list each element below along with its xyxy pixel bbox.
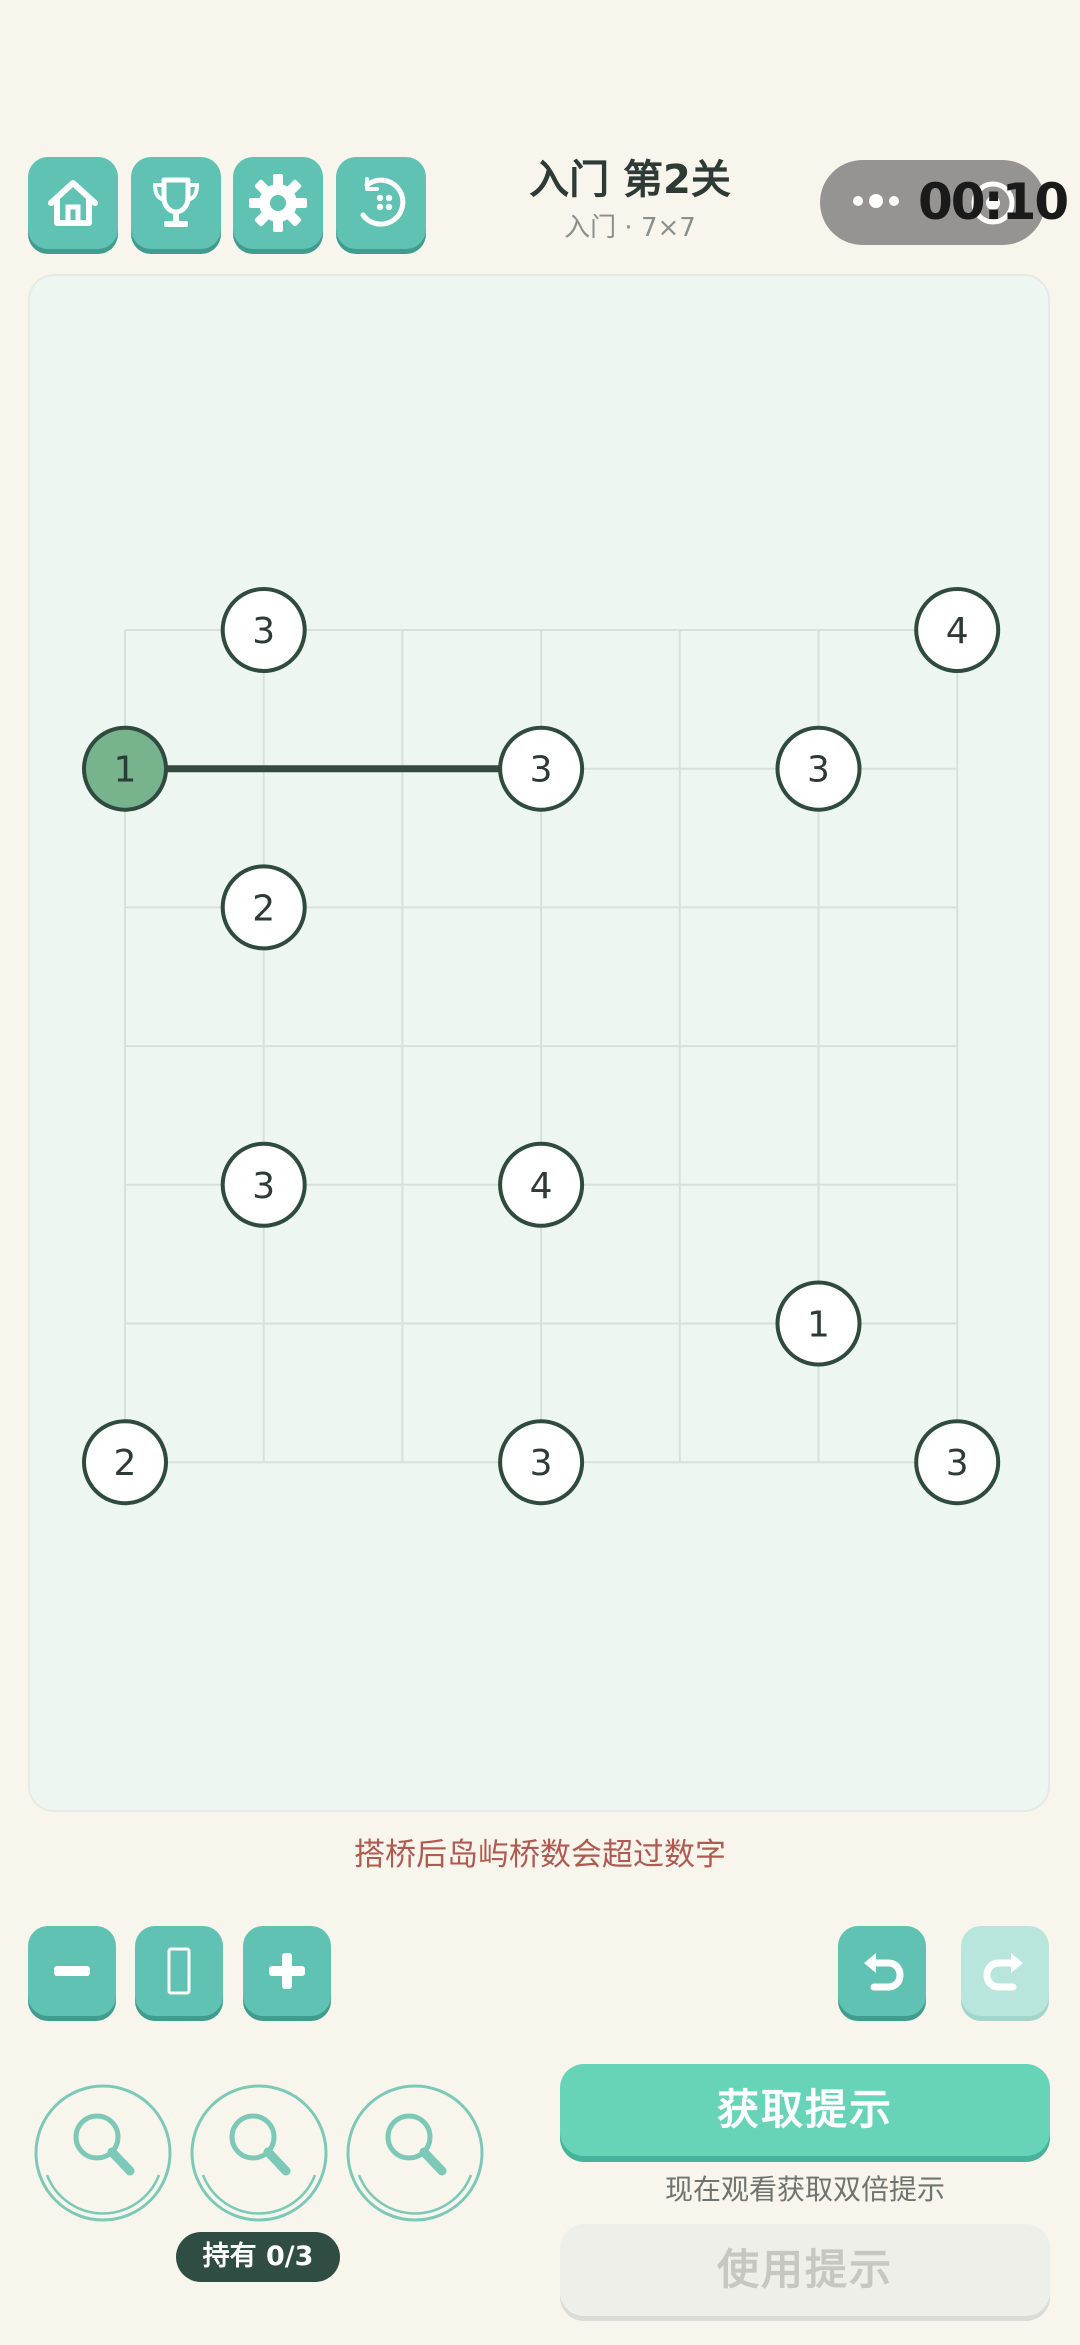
magnifier-icon [190,2084,328,2222]
undo-button[interactable] [838,1926,926,2016]
island-number: 3 [807,750,830,791]
plus-icon [269,1953,305,1989]
island-number: 3 [252,611,275,652]
island-number: 3 [946,1443,969,1484]
island-number: 1 [807,1305,830,1346]
island-number: 3 [252,1166,275,1207]
redo-button[interactable] [961,1926,1049,2016]
gear-icon [249,174,307,232]
island-number: 3 [530,1443,553,1484]
get-hint-button[interactable]: 获取提示 [560,2064,1050,2156]
house-icon [48,180,98,226]
home-button[interactable] [28,157,118,249]
rule-warning-message: 搭桥后岛屿桥数会超过数字 [354,1837,726,1873]
island[interactable]: 1 [775,1280,862,1367]
magnifier-icon [34,2084,172,2222]
island[interactable]: 4 [914,587,1001,673]
level-subtitle: 入门 · 7×7 [564,213,696,243]
island-number: 4 [946,611,969,652]
use-hint-button[interactable]: 使用提示 [560,2224,1050,2316]
fit-view-button[interactable] [135,1926,223,2016]
puzzle-board[interactable]: 3 4 1 3 3 2 3 4 1 2 3 3 [28,274,1050,1812]
island-number: 1 [114,750,137,791]
magnifier-icon [346,2084,484,2222]
island[interactable]: 2 [82,1419,168,1506]
level-select-button[interactable] [336,157,426,249]
double-hint-text: 现在观看获取双倍提示 [664,2173,945,2206]
redo-icon [983,1953,1023,1991]
island[interactable]: 3 [498,725,585,812]
fit-frame-icon [167,1947,191,1995]
ellipsis-icon[interactable] [850,186,906,216]
island[interactable]: 2 [220,864,307,951]
island[interactable]: 1 [82,725,168,812]
zoom-in-button[interactable] [243,1926,331,2016]
island-number: 2 [252,888,275,929]
island[interactable]: 3 [498,1419,585,1506]
hint-slot-1 [33,2083,173,2223]
timer: 00:10 [918,173,1069,231]
island[interactable]: 4 [498,1141,585,1228]
settings-button[interactable] [233,157,323,249]
trophy-icon [152,177,200,227]
level-select-icon [360,177,406,227]
island[interactable]: 3 [914,1419,1001,1506]
puzzle-grid[interactable]: 3 4 1 3 3 2 3 4 1 2 3 3 [30,276,1052,1814]
hint-slot-2 [189,2083,329,2223]
level-title-block: 入门 第2关 入门 · 7×7 [490,152,770,246]
trophy-button[interactable] [131,157,221,249]
island[interactable]: 3 [775,725,862,812]
island-number: 4 [530,1166,553,1207]
island-number: 3 [530,750,553,791]
undo-icon [864,1953,904,1991]
zoom-out-button[interactable] [28,1926,116,2016]
page-title: 入门 第2关 [529,157,731,203]
island[interactable]: 3 [220,587,307,673]
island-number: 2 [114,1443,137,1484]
minus-icon [54,1966,90,1976]
hint-slot-3 [345,2083,485,2223]
island[interactable]: 3 [220,1141,307,1228]
hint-count-badge: 持有 0/3 [176,2232,340,2282]
